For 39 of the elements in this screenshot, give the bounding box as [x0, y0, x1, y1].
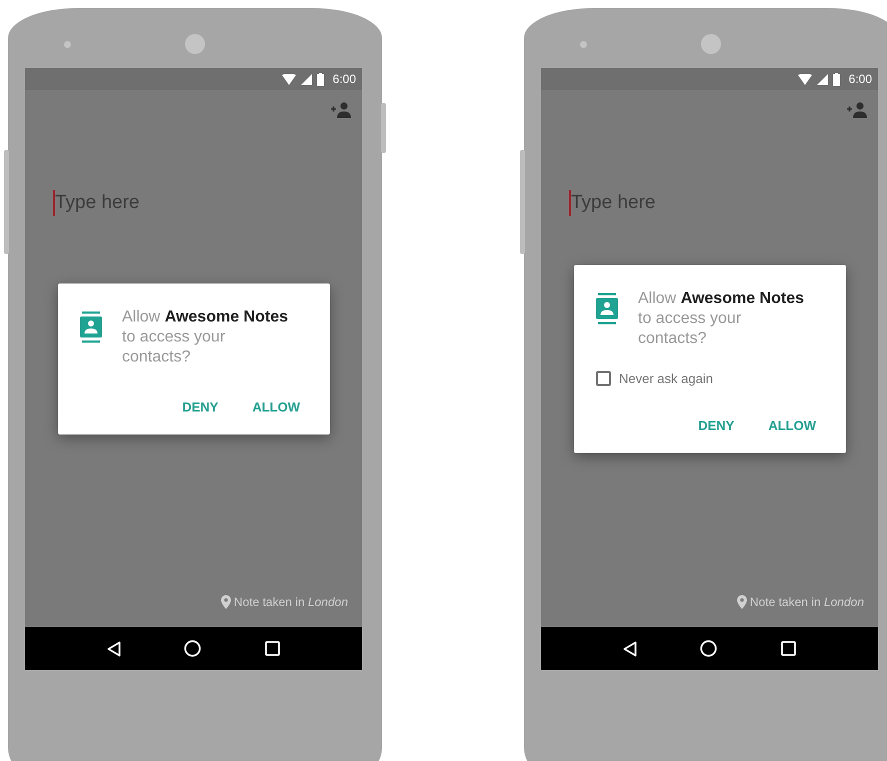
contacts-icon	[596, 292, 618, 324]
location-note: Note taken in London	[750, 595, 864, 609]
back-icon[interactable]	[622, 640, 637, 656]
status-time: 6:00	[332, 72, 356, 86]
back-icon[interactable]	[106, 640, 121, 656]
camera-dot	[185, 34, 205, 54]
recents-icon[interactable]	[781, 641, 796, 656]
signal-icon	[300, 74, 312, 84]
location-pin-icon	[220, 595, 231, 609]
camera-dot	[701, 34, 721, 54]
text-cursor	[569, 190, 571, 216]
battery-icon	[316, 72, 324, 86]
permission-message: Allow Awesome Notes to access your contacts?	[638, 288, 805, 348]
signal-icon	[816, 74, 828, 84]
location-pin-icon	[736, 595, 747, 609]
battery-icon	[832, 72, 840, 86]
dialog-button[interactable]: ALLOW	[766, 414, 818, 436]
checkbox[interactable]	[596, 370, 611, 386]
status-time: 6:00	[848, 72, 872, 86]
sensor-dot	[580, 41, 587, 48]
note-input-field[interactable]: Type here	[571, 192, 751, 214]
note-input-field[interactable]: Type here	[55, 192, 235, 214]
dialog-button[interactable]: DENY	[696, 414, 736, 436]
recents-icon[interactable]	[265, 641, 280, 656]
home-icon[interactable]	[700, 640, 718, 657]
permission-message: Allow Awesome Notes to access your contacts?	[122, 307, 289, 367]
location-note: Note taken in London	[234, 595, 348, 609]
never-ask-checkbox[interactable]: Never ask again	[596, 370, 822, 386]
contacts-icon	[80, 311, 102, 343]
checkbox-label: Never ask again	[619, 370, 713, 386]
wifi-icon	[798, 74, 812, 84]
dialog-button[interactable]: ALLOW	[250, 395, 302, 418]
dialog-button[interactable]: DENY	[180, 395, 220, 418]
home-icon[interactable]	[184, 640, 202, 657]
wifi-icon	[282, 74, 296, 84]
add-person-icon[interactable]	[330, 102, 352, 118]
add-person-icon[interactable]	[846, 102, 868, 118]
text-cursor	[53, 190, 55, 216]
sensor-dot	[64, 41, 71, 48]
